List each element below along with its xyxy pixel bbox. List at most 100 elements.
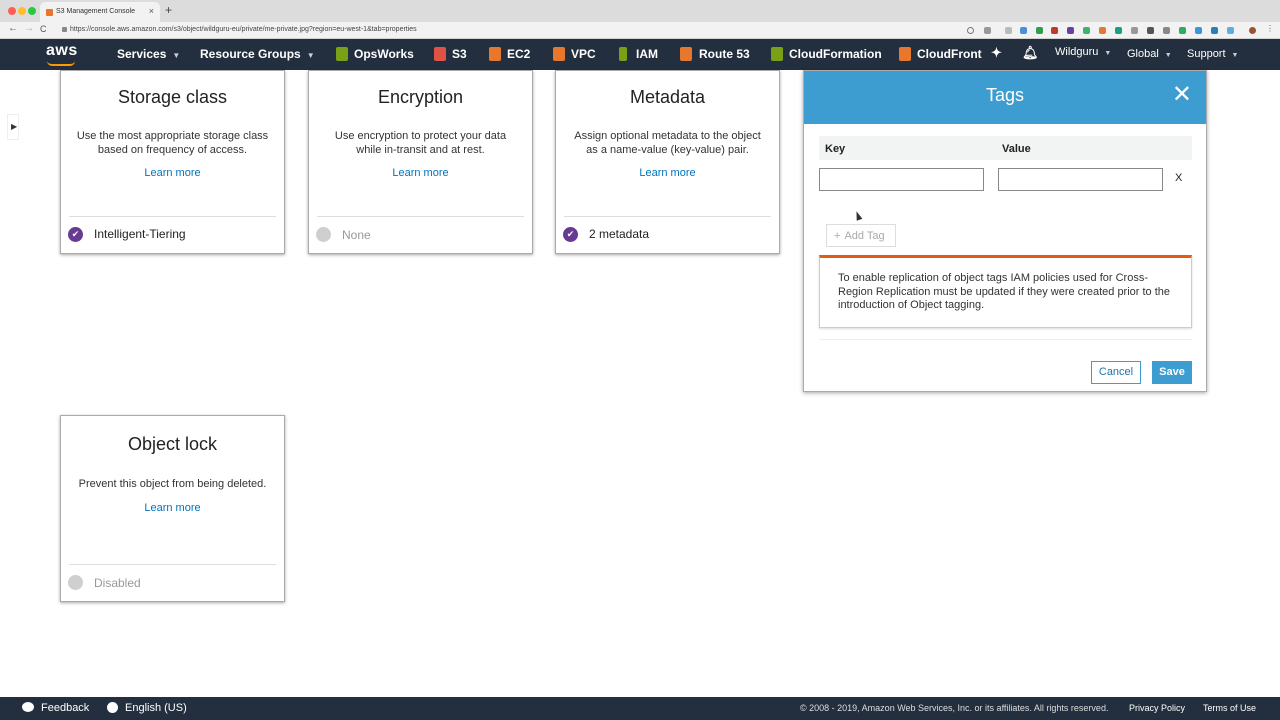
- reload-icon[interactable]: C: [40, 24, 47, 34]
- region-menu[interactable]: Global ▼: [1127, 48, 1172, 60]
- tags-header: Tags ✕: [804, 71, 1206, 124]
- card-divider: [69, 216, 276, 217]
- checkmark-icon: ✔: [68, 227, 83, 242]
- feedback-link[interactable]: Feedback: [41, 702, 89, 714]
- extension-icon[interactable]: [1020, 27, 1027, 34]
- minimize-window-icon[interactable]: [18, 7, 26, 15]
- extension-icon[interactable]: [1036, 27, 1043, 34]
- remove-tag-row-button[interactable]: X: [1175, 172, 1182, 184]
- card-description: Assign optional metadata to the object a…: [574, 130, 761, 156]
- resource-groups-menu[interactable]: Resource Groups ▼: [200, 47, 315, 61]
- browser-tab[interactable]: S3 Management Console ×: [40, 2, 160, 22]
- menu-dots-icon[interactable]: ⋮: [1266, 24, 1274, 33]
- encryption-card[interactable]: Encryption Use encryption to protect you…: [308, 70, 533, 254]
- shortcut-cloudformation[interactable]: CloudFormation: [789, 47, 882, 61]
- plus-icon: +: [834, 230, 841, 242]
- copyright-text: © 2008 - 2019, Amazon Web Services, Inc.…: [800, 703, 1109, 713]
- language-selector[interactable]: English (US): [125, 702, 187, 714]
- extension-icon[interactable]: [1195, 27, 1202, 34]
- card-description: Prevent this object from being deleted.: [78, 478, 267, 490]
- region-label: Global: [1127, 48, 1159, 60]
- learn-more-link[interactable]: Learn more: [61, 167, 284, 179]
- opsworks-icon: [336, 47, 348, 61]
- shortcut-iam[interactable]: IAM: [636, 47, 658, 61]
- save-button[interactable]: Save: [1152, 361, 1192, 384]
- add-tag-button[interactable]: + Add Tag: [826, 224, 896, 247]
- feedback-bubble-icon: [22, 702, 34, 712]
- tab-close-icon[interactable]: ×: [149, 6, 154, 16]
- extension-icon[interactable]: [1163, 27, 1170, 34]
- object-lock-card[interactable]: Object lock Prevent this object from bei…: [60, 415, 285, 602]
- shortcut-vpc[interactable]: VPC: [571, 47, 596, 61]
- aws-smile-icon: [47, 61, 75, 66]
- tag-key-input[interactable]: [819, 168, 984, 191]
- back-icon[interactable]: ←: [8, 23, 18, 34]
- chevron-down-icon: ▼: [306, 51, 315, 60]
- extension-icon[interactable]: [1211, 27, 1218, 34]
- card-divider: [317, 216, 524, 217]
- services-label: Services: [117, 47, 167, 61]
- route53-icon: [680, 47, 692, 61]
- shortcut-ec2[interactable]: EC2: [507, 47, 530, 61]
- cloudformation-icon: [771, 47, 783, 61]
- learn-more-link[interactable]: Learn more: [556, 167, 779, 179]
- extension-icon[interactable]: [1005, 27, 1012, 34]
- support-menu[interactable]: Support ▼: [1187, 48, 1238, 60]
- maximize-window-icon[interactable]: [28, 7, 36, 15]
- chevron-down-icon: ▼: [1231, 52, 1239, 59]
- learn-more-link[interactable]: Learn more: [61, 502, 284, 514]
- aws-logo[interactable]: aws: [46, 42, 78, 66]
- tag-value-input[interactable]: [998, 168, 1163, 191]
- services-menu[interactable]: Services ▼: [117, 47, 180, 61]
- aws-favicon-icon: [46, 9, 53, 16]
- shortcut-route53[interactable]: Route 53: [699, 47, 750, 61]
- support-label: Support: [1187, 48, 1226, 60]
- account-menu[interactable]: Wildguru ▼: [1055, 46, 1111, 58]
- card-status: Intelligent-Tiering: [94, 227, 186, 241]
- metadata-card[interactable]: Metadata Assign optional metadata to the…: [555, 70, 780, 254]
- extension-icon[interactable]: [1083, 27, 1090, 34]
- storage-class-card[interactable]: Storage class Use the most appropriate s…: [60, 70, 285, 254]
- aws-logo-text: aws: [46, 42, 78, 59]
- extension-icon[interactable]: [1099, 27, 1106, 34]
- alert-text: To enable replication of object tags IAM…: [838, 272, 1171, 311]
- shortcut-opsworks[interactable]: OpsWorks: [354, 47, 414, 61]
- cancel-button[interactable]: Cancel: [1091, 361, 1141, 384]
- extension-icon[interactable]: [1227, 27, 1234, 34]
- extension-icon[interactable]: [1179, 27, 1186, 34]
- card-description: Use encryption to protect your data whil…: [334, 130, 507, 156]
- address-bar-row: ← → C https://console.aws.amazon.com/s3/…: [0, 22, 1280, 39]
- footer: Feedback English (US) © 2008 - 2019, Ama…: [0, 697, 1280, 720]
- bookmark-star-icon[interactable]: [984, 27, 991, 34]
- side-drawer-toggle[interactable]: ▶: [7, 114, 19, 140]
- card-divider: [564, 216, 771, 217]
- learn-more-link[interactable]: Learn more: [309, 167, 532, 179]
- url-field[interactable]: https://console.aws.amazon.com/s3/object…: [60, 23, 960, 37]
- shortcut-cloudfront[interactable]: CloudFront: [917, 47, 982, 61]
- extension-icon[interactable]: [1115, 27, 1122, 34]
- chevron-down-icon: ▼: [172, 51, 181, 60]
- shortcut-s3[interactable]: S3: [452, 47, 467, 61]
- close-window-icon[interactable]: [8, 7, 16, 15]
- forward-icon[interactable]: →: [24, 23, 34, 34]
- extension-icon[interactable]: [1067, 27, 1074, 34]
- zoom-icon[interactable]: [967, 27, 974, 34]
- account-name: Wildguru: [1055, 46, 1099, 58]
- tags-title: Tags: [985, 85, 1025, 105]
- tags-panel: Tags ✕ Key Value X + Add Tag To enable re…: [803, 70, 1207, 392]
- tab-title: S3 Management Console: [56, 8, 135, 15]
- terms-of-use-link[interactable]: Terms of Use: [1203, 703, 1256, 713]
- close-icon[interactable]: ✕: [1172, 83, 1192, 107]
- extension-icon[interactable]: [1147, 27, 1154, 34]
- new-tab-button[interactable]: +: [165, 3, 172, 17]
- card-title: Encryption: [377, 87, 464, 107]
- pin-icon[interactable]: ✦: [991, 45, 1002, 61]
- profile-avatar[interactable]: [1249, 27, 1256, 34]
- card-title: Storage class: [117, 87, 228, 107]
- privacy-policy-link[interactable]: Privacy Policy: [1129, 703, 1185, 713]
- card-status: None: [342, 228, 371, 242]
- bell-icon[interactable]: 🔔︎: [1022, 45, 1039, 61]
- card-divider: [69, 564, 276, 565]
- extension-icon[interactable]: [1051, 27, 1058, 34]
- extension-icon[interactable]: [1131, 27, 1138, 34]
